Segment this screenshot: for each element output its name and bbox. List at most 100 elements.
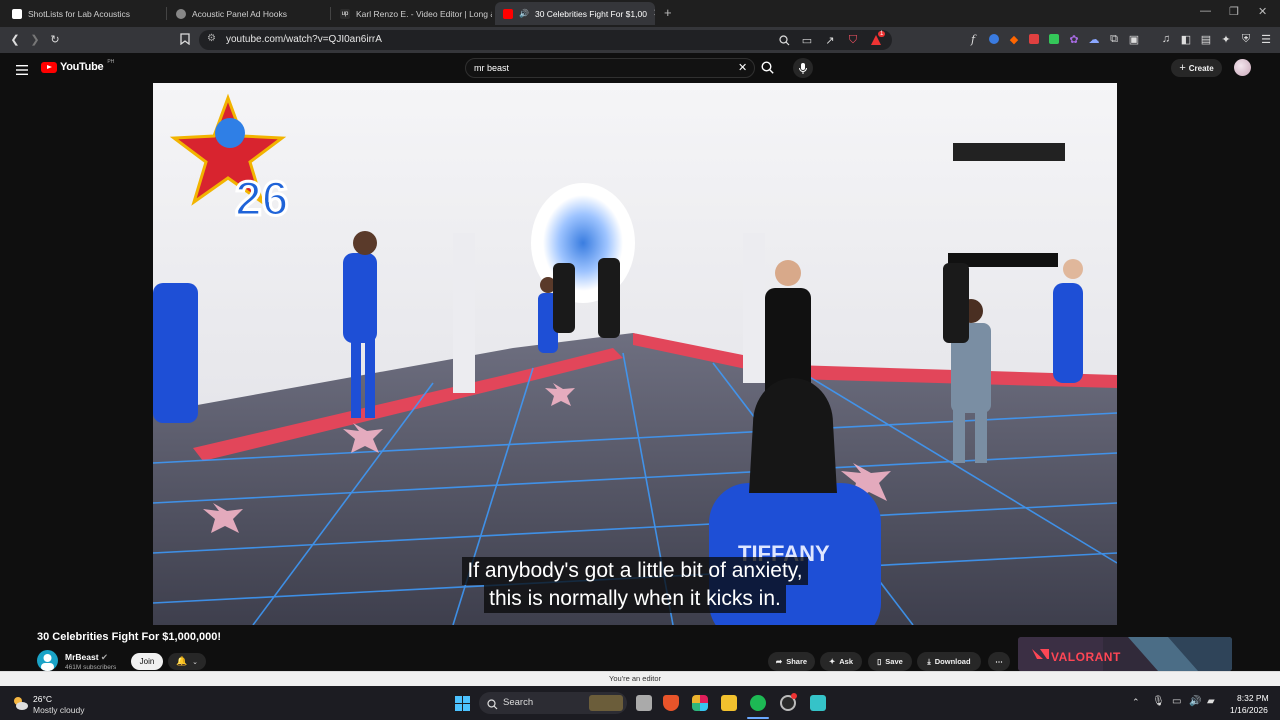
video-player[interactable]: 26 TIFFANY If anybody's got a little bit xyxy=(153,83,1117,625)
task-view-icon[interactable] xyxy=(636,695,652,711)
tab-shotlists[interactable]: ShotLists for Lab Acoustics xyxy=(4,2,164,25)
share-icon: ➦ xyxy=(775,657,783,666)
audio-playing-icon: 🔊 xyxy=(519,9,529,18)
back-icon[interactable]: ❮ xyxy=(8,32,22,46)
ask-button[interactable]: ✦ Ask xyxy=(820,652,862,671)
taskbar-search[interactable]: Search xyxy=(479,692,627,714)
media-music-icon[interactable]: ♫ xyxy=(1159,32,1173,46)
purple-extension-icon[interactable]: ✿ xyxy=(1067,32,1081,46)
youtube-wordmark: YouTube xyxy=(60,61,104,73)
red-extension-icon[interactable] xyxy=(1029,34,1039,44)
show-hidden-icons[interactable]: ⌃ xyxy=(1132,697,1140,708)
channel-name[interactable]: MrBeast ✔ xyxy=(65,652,108,663)
status-text: You're an editor xyxy=(609,674,662,683)
slack-icon[interactable] xyxy=(692,695,708,711)
microphone-icon[interactable]: 🎙 xyxy=(1152,696,1165,707)
status-bar: You're an editor xyxy=(0,671,1280,686)
share-page-icon[interactable]: ↗ xyxy=(823,33,837,47)
vpn-shield-icon[interactable]: ⛨ xyxy=(1239,32,1253,46)
create-button[interactable]: + Create xyxy=(1171,59,1222,77)
join-button[interactable]: Join xyxy=(131,653,163,670)
recording-dot-icon xyxy=(791,693,797,699)
windows-taskbar: 26°C Mostly cloudy Search ⌃ 🎙 ▭ 🔊 ▰ 8:32… xyxy=(0,686,1280,720)
search-icon[interactable] xyxy=(761,61,774,79)
tab-label: ShotLists for Lab Acoustics xyxy=(28,8,131,19)
badge-number: 26 xyxy=(235,173,288,226)
browser-toolbar: ❮ ❯ ↻ ⚙ youtube.com/watch?v=QJI0an6irrA … xyxy=(0,27,1280,53)
verified-icon: ✔ xyxy=(100,652,109,662)
minimize-icon[interactable]: — xyxy=(1200,5,1211,17)
notification-bell-button[interactable]: 🔔 ⌄ xyxy=(168,653,206,670)
search-icon xyxy=(487,697,498,715)
notepad-icon[interactable] xyxy=(810,695,826,711)
clock-date[interactable]: 1/16/2026 xyxy=(1230,705,1268,715)
wallet-icon[interactable]: ▤ xyxy=(1199,32,1213,46)
video-captions: If anybody's got a little bit of anxiety… xyxy=(153,557,1117,613)
ad-banner[interactable]: VALORANT xyxy=(1018,637,1232,671)
zoom-search-icon[interactable] xyxy=(777,33,791,47)
cloud-extension-icon[interactable]: ☁ xyxy=(1087,32,1101,46)
weather-temperature[interactable]: 26°C xyxy=(33,694,52,704)
close-window-icon[interactable]: ✕ xyxy=(1258,5,1267,18)
subscriber-count: 461M subscribers xyxy=(65,664,117,671)
close-tab-icon[interactable]: ✕ xyxy=(653,8,655,19)
share-button[interactable]: ➦ Share xyxy=(768,652,815,671)
caption-line-1: If anybody's got a little bit of anxiety… xyxy=(462,557,808,585)
upwork-icon: up xyxy=(340,8,350,19)
brave-shields-icon[interactable]: ⛉ xyxy=(846,33,860,47)
clock-time[interactable]: 8:32 PM xyxy=(1237,693,1269,703)
weather-description[interactable]: Mostly cloudy xyxy=(33,705,85,715)
brave-browser-icon[interactable] xyxy=(663,695,679,711)
network-icon[interactable]: ▭ xyxy=(1172,696,1181,707)
leo-ai-icon[interactable]: ✦ xyxy=(1219,32,1233,46)
screenshot-icon[interactable]: ▣ xyxy=(1127,32,1141,46)
save-label: Save xyxy=(885,657,903,666)
youtube-play-icon xyxy=(41,61,57,73)
download-button[interactable]: ⤓ Download xyxy=(917,652,981,671)
battery-icon[interactable]: ▰ xyxy=(1207,696,1215,707)
reload-icon[interactable]: ↻ xyxy=(48,32,62,46)
youtube-icon xyxy=(503,8,513,19)
extension-circle-icon[interactable] xyxy=(989,34,999,44)
tab-youtube-video[interactable]: 🔊 30 Celebrities Fight For $1,00 ✕ xyxy=(495,2,655,25)
sparkle-icon: ✦ xyxy=(828,657,836,666)
globe-icon xyxy=(176,8,186,19)
search-box[interactable]: mr beast ✕ xyxy=(465,58,755,78)
file-explorer-icon[interactable] xyxy=(721,695,737,711)
spotify-icon[interactable] xyxy=(750,695,766,711)
cast-icon[interactable]: ▭ xyxy=(800,33,814,47)
video-frame: 26 TIFFANY xyxy=(153,83,1117,625)
save-button[interactable]: ▯ Save xyxy=(868,652,912,671)
guide-menu-icon[interactable] xyxy=(16,62,28,80)
start-windows-icon[interactable] xyxy=(455,696,470,716)
green-extension-icon[interactable] xyxy=(1049,34,1059,44)
address-bar[interactable]: ⚙ youtube.com/watch?v=QJI0an6irrA ▭ ↗ ⛉ … xyxy=(199,30,892,50)
restore-icon[interactable]: ❐ xyxy=(1229,5,1239,18)
youtube-logo[interactable]: YouTube PH xyxy=(41,59,114,73)
volume-icon[interactable]: 🔊 xyxy=(1189,696,1201,707)
new-tab-button[interactable]: + xyxy=(664,5,672,20)
more-icon: ⋯ xyxy=(995,657,1003,666)
account-avatar[interactable] xyxy=(1234,59,1251,76)
extensions-puzzle-icon[interactable]: ⧉ xyxy=(1107,32,1121,46)
voice-search-icon[interactable] xyxy=(793,58,813,78)
share-label: Share xyxy=(786,657,808,666)
bookmark-icon[interactable] xyxy=(178,32,192,46)
forward-icon[interactable]: ❯ xyxy=(28,32,42,46)
site-settings-icon[interactable]: ⚙ xyxy=(207,33,216,44)
fox-extension-icon[interactable]: ◆ xyxy=(1007,32,1021,46)
ask-label: Ask xyxy=(839,657,854,666)
clear-search-icon[interactable]: ✕ xyxy=(738,61,747,74)
tab-acoustic-panel[interactable]: Acoustic Panel Ad Hooks xyxy=(168,2,328,25)
plus-icon: + xyxy=(1179,62,1186,74)
channel-avatar[interactable] xyxy=(37,650,58,671)
more-actions-button[interactable]: ⋯ xyxy=(988,652,1010,671)
menu-icon[interactable]: ☰ xyxy=(1259,32,1273,46)
search-input[interactable]: mr beast xyxy=(474,63,509,73)
formula-extension-icon[interactable]: f xyxy=(966,32,980,46)
weather-icon[interactable] xyxy=(11,694,29,712)
tab-label: 30 Celebrities Fight For $1,00 xyxy=(534,8,647,19)
sidebar-icon[interactable]: ◧ xyxy=(1179,32,1193,46)
caption-line-2: this is normally when it kicks in. xyxy=(484,585,786,613)
tab-upwork[interactable]: up Karl Renzo E. - Video Editor | Long & xyxy=(332,2,492,25)
